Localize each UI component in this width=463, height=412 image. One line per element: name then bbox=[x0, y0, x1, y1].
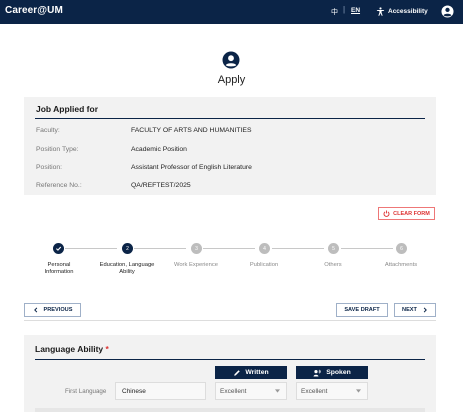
step-2-indicator[interactable]: 2 bbox=[122, 243, 133, 254]
language-panel-divider bbox=[35, 359, 425, 360]
position-type-value: Academic Position bbox=[131, 146, 187, 153]
step-2-label-line1: Education, Language bbox=[99, 262, 155, 268]
step-connector bbox=[203, 248, 255, 249]
step-connector bbox=[65, 248, 117, 249]
required-mark: * bbox=[105, 344, 109, 354]
step-connector bbox=[134, 248, 186, 249]
step-connector bbox=[341, 248, 393, 249]
chevron-right-icon bbox=[423, 307, 427, 313]
step-3-indicator[interactable]: 3 bbox=[191, 243, 202, 254]
brand-logo[interactable]: Career@UM bbox=[5, 5, 63, 16]
page-title: Apply bbox=[217, 74, 246, 86]
clear-form-label: CLEAR FORM bbox=[393, 210, 430, 217]
reference-value: QA/REFTEST/2025 bbox=[131, 182, 191, 189]
step-1-label-line1: Personal bbox=[47, 262, 71, 268]
job-panel-divider bbox=[35, 118, 425, 119]
previous-button[interactable]: PREVIOUS bbox=[24, 303, 81, 317]
spoken-proficiency-value: Excellent bbox=[301, 387, 328, 395]
user-account-icon[interactable] bbox=[441, 5, 454, 18]
accessibility-icon bbox=[376, 6, 385, 16]
next-button[interactable]: NEXT bbox=[394, 303, 436, 317]
step-2-label-line2: Ability bbox=[119, 269, 135, 275]
first-language-input[interactable]: Chinese bbox=[115, 382, 206, 400]
step-3-label: Work Experience bbox=[173, 262, 219, 268]
step-1-label-line2: Information bbox=[44, 269, 74, 275]
language-ability-title: Language Ability bbox=[35, 344, 104, 354]
spoken-column-header: Spoken bbox=[296, 366, 368, 379]
language-separator: | bbox=[343, 5, 346, 14]
previous-label: PREVIOUS bbox=[43, 307, 73, 313]
pencil-icon bbox=[234, 369, 241, 376]
spoken-label: Spoken bbox=[326, 369, 351, 376]
step-4-label: Publication bbox=[249, 262, 279, 268]
check-icon bbox=[56, 246, 62, 251]
step-4-indicator[interactable]: 4 bbox=[259, 243, 270, 254]
power-icon bbox=[383, 210, 390, 217]
chinese-language-toggle[interactable]: 中 bbox=[331, 7, 338, 17]
language-ability-panel: Language Ability * Written Spoken First … bbox=[24, 335, 436, 412]
english-language-toggle[interactable]: EN bbox=[351, 7, 360, 14]
top-bar: Career@UM 中 | EN Accessibility bbox=[0, 0, 463, 24]
job-applied-panel: Job Applied for Faculty: FACULTY OF ARTS… bbox=[24, 97, 436, 195]
step-1-label: Personal Information bbox=[28, 262, 90, 276]
speaker-icon bbox=[313, 369, 321, 376]
position-value: Assistant Professor of English Literatur… bbox=[131, 164, 252, 171]
caret-down-icon bbox=[275, 389, 280, 393]
navigation-divider bbox=[24, 320, 436, 321]
position-row: Position: Assistant Professor of English… bbox=[36, 164, 426, 174]
reference-row: Reference No.: QA/REFTEST/2025 bbox=[36, 182, 426, 192]
applicant-avatar-icon bbox=[222, 51, 240, 69]
application-stepper: 2 3 4 5 6 Personal Information Education… bbox=[0, 239, 463, 284]
step-5-indicator[interactable]: 5 bbox=[328, 243, 339, 254]
spoken-proficiency-select[interactable]: Excellent bbox=[296, 382, 368, 400]
accessibility-button[interactable]: Accessibility bbox=[376, 5, 428, 17]
clear-form-button[interactable]: CLEAR FORM bbox=[378, 207, 435, 220]
step-6-label: Attachments bbox=[384, 262, 418, 268]
written-column-header: Written bbox=[215, 366, 287, 379]
step-2-label: Education, Language Ability bbox=[91, 262, 163, 276]
position-label: Position: bbox=[36, 164, 63, 171]
written-proficiency-select[interactable]: Excellent bbox=[215, 382, 287, 400]
save-draft-button[interactable]: SAVE DRAFT bbox=[336, 303, 388, 317]
position-type-row: Position Type: Academic Position bbox=[36, 146, 426, 156]
faculty-label: Faculty: bbox=[36, 127, 60, 134]
reference-label: Reference No.: bbox=[36, 182, 82, 189]
caret-down-icon bbox=[356, 389, 361, 393]
language-ability-heading: Language Ability * bbox=[35, 344, 109, 354]
first-language-label: First Language bbox=[65, 388, 107, 395]
written-label: Written bbox=[245, 369, 269, 376]
written-proficiency-value: Excellent bbox=[220, 387, 247, 395]
step-6-indicator[interactable]: 6 bbox=[396, 243, 407, 254]
language-row-divider bbox=[35, 408, 425, 412]
accessibility-label: Accessibility bbox=[388, 7, 428, 15]
faculty-row: Faculty: FACULTY OF ARTS AND HUMANITIES bbox=[36, 127, 426, 137]
job-panel-heading: Job Applied for bbox=[36, 104, 99, 114]
step-5-label: Others bbox=[324, 262, 342, 268]
next-label: NEXT bbox=[402, 307, 417, 313]
step-1-indicator[interactable] bbox=[53, 243, 64, 254]
chevron-left-icon bbox=[33, 307, 37, 313]
position-type-label: Position Type: bbox=[36, 146, 79, 153]
step-connector bbox=[272, 248, 324, 249]
faculty-value: FACULTY OF ARTS AND HUMANITIES bbox=[131, 127, 252, 134]
